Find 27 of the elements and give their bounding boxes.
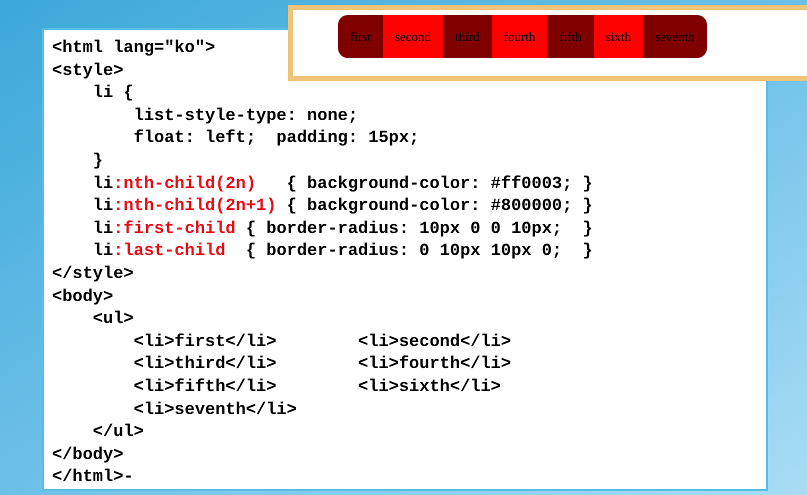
code-line: </body> <box>52 444 124 467</box>
code-line: </ul> <box>92 422 144 444</box>
list-item: second <box>382 15 444 58</box>
list-item: seventh <box>643 15 707 58</box>
code-line: <li>fifth</li> <li>sixth</li> <box>132 376 501 399</box>
list-item: sixth <box>594 15 644 58</box>
list-item: first <box>338 15 383 58</box>
code-line: list-style-type: none; <box>132 106 358 128</box>
code-line: li:nth-child(2n) { background-color: #ff0003; } <box>92 174 593 196</box>
code-line: } <box>92 150 104 173</box>
list-item: third <box>443 15 492 58</box>
code-line: <li>seventh</li> <box>132 400 297 422</box>
code-line: li:nth-child(2n+1) { background-color: #800000; } <box>92 196 593 218</box>
code-line: li { <box>92 83 134 106</box>
code-line: <style> <box>52 60 124 83</box>
code-line: <li>first</li> <li>second</li> <box>132 332 512 354</box>
list-item: fifth <box>547 15 594 58</box>
code-line: <li>third</li> <li>fourth</li> <box>132 354 512 376</box>
code-line: li:first-child { border-radius: 10px 0 0 10px; } <box>92 218 593 241</box>
code-line: <body> <box>52 286 114 309</box>
code-line: <html lang="ko"> <box>52 38 216 60</box>
code-line: <ul> <box>92 309 134 332</box>
code-line: li:last-child { border-radius: 0 10px 10px 0; } <box>92 241 593 264</box>
code-line: </html>- <box>52 467 134 490</box>
code-line: </style> <box>52 264 134 286</box>
list-item: fourth <box>492 15 548 58</box>
code-line: float: left; padding: 15px; <box>132 128 420 150</box>
